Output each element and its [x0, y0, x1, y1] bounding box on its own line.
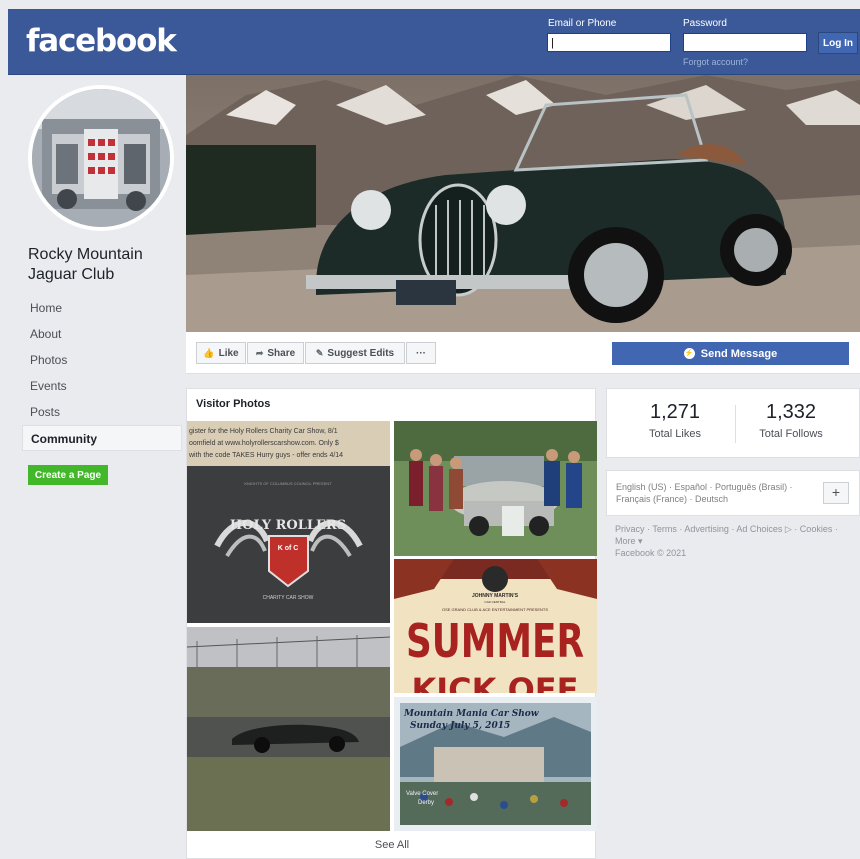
visitor-photo-mountain-mania[interactable]: Mountain Mania Car Show Sunday July 5, 2…	[394, 697, 597, 831]
holy-rollers-badge-kofc: K of C	[278, 545, 299, 552]
thumbs-up-icon: 👍	[203, 347, 215, 358]
profile-picture[interactable]	[28, 85, 174, 231]
more-options-button[interactable]: ···	[406, 342, 436, 364]
total-follows-label: Total Follows	[759, 428, 823, 440]
total-likes-stat: 1,271 Total Likes	[615, 401, 735, 440]
left-sidebar: Rocky Mountain Jaguar Club Home About Ph…	[8, 75, 184, 859]
holy-rollers-poster: gister for the Holy Rollers Charity Car …	[187, 421, 390, 623]
language-links[interactable]: English (US) · Español · Português (Bras…	[616, 482, 793, 504]
send-message-label: Send Message	[700, 347, 778, 360]
holy-rollers-badge-title: HOLY ROLLERS	[230, 518, 346, 533]
visitor-photo-summer-kick-off[interactable]: JOHNNY MARTIN'S CAR CENTRAL OSE GRAND CL…	[394, 559, 597, 693]
holy-rollers-presents: KNIGHTS OF COLUMBUS COUNCIL PRESENT	[244, 481, 332, 486]
share-label: Share	[267, 347, 296, 359]
suggest-edits-button[interactable]: ✎ Suggest Edits	[305, 342, 405, 364]
pencil-icon: ✎	[315, 347, 324, 358]
summer-brand-line-2: CAR CENTRAL	[484, 600, 506, 604]
like-button[interactable]: 👍 Like	[196, 342, 246, 364]
page-navigation: Home About Photos Events Posts Community	[22, 295, 182, 451]
holy-rollers-badge-subtitle: CHARITY CAR SHOW	[263, 595, 314, 601]
page-action-bar: 👍 Like ➦ Share ✎ Suggest Edits ··· ⚡ Sen…	[186, 332, 860, 374]
summer-presents-line: OSE GRAND CLUB & ACE ENTERTAINMENT PRESE…	[442, 607, 548, 612]
mountain-mania-title: Mountain Mania Car Show	[403, 709, 539, 719]
summer-subtitle: KICK OFF	[411, 671, 578, 693]
holy-rollers-ad-line-3: with the code TAKES Hurry guys - offer e…	[188, 452, 343, 459]
password-label: Password	[683, 18, 727, 29]
page-stats-card: 1,271 Total Likes 1,332 Total Follows	[606, 388, 860, 458]
visitor-photo-holy-rollers[interactable]: gister for the Holy Rollers Charity Car …	[187, 421, 390, 623]
forgot-account-link[interactable]: Forgot account?	[683, 57, 748, 67]
total-likes-label: Total Likes	[649, 428, 701, 440]
visitor-photos-title: Visitor Photos	[196, 398, 271, 410]
nav-item-about[interactable]: About	[22, 321, 182, 347]
total-follows-count: 1,332	[765, 401, 817, 423]
facebook-logo[interactable]: facebook	[26, 23, 177, 59]
email-input[interactable]	[547, 33, 671, 52]
jaguar-car-cover-image	[186, 75, 860, 332]
email-label: Email or Phone	[548, 18, 617, 29]
mountain-mania-car-show-photo: Mountain Mania Car Show Sunday July 5, 2…	[394, 697, 597, 831]
visitor-photo-club-members[interactable]	[394, 421, 597, 556]
page-footer: Privacy · Terms · Advertising · Ad Choic…	[615, 523, 855, 559]
suggest-edits-label: Suggest Edits	[327, 347, 395, 359]
login-button[interactable]: Log In	[818, 32, 858, 54]
engine-bay-photo	[32, 89, 170, 227]
visitor-photos-card: Visitor Photos gister for the Holy Rolle…	[186, 388, 597, 859]
e-type-on-track-photo	[187, 627, 390, 831]
create-page-button[interactable]: Create a Page	[28, 465, 108, 485]
club-members-with-jaguar-photo	[394, 421, 597, 556]
nav-item-events[interactable]: Events	[22, 373, 182, 399]
password-input[interactable]	[683, 33, 807, 52]
total-follows-stat: 1,332 Total Follows	[731, 401, 851, 440]
messenger-icon: ⚡	[683, 348, 695, 359]
add-language-button[interactable]: +	[823, 482, 849, 504]
summer-title: SUMMER	[406, 614, 584, 668]
holy-rollers-ad-line-2: oomfield at www.holyrollerscarshow.com. …	[189, 440, 339, 447]
language-selector-card: English (US) · Español · Português (Bras…	[606, 470, 860, 516]
see-all-link[interactable]: See All	[187, 839, 597, 851]
page-name: Rocky Mountain Jaguar Club	[28, 246, 143, 283]
like-label: Like	[218, 347, 239, 359]
mountain-mania-date: Sunday July 5, 2015	[410, 721, 510, 731]
mountain-mania-caption-1: Valve Cover	[406, 791, 438, 797]
cover-photo[interactable]	[186, 75, 860, 332]
summer-kick-off-poster: JOHNNY MARTIN'S CAR CENTRAL OSE GRAND CL…	[394, 559, 597, 693]
nav-item-home[interactable]: Home	[22, 295, 182, 321]
holy-rollers-ad-line-1: gister for the Holy Rollers Charity Car …	[189, 428, 338, 435]
visitor-photo-e-type-track[interactable]	[187, 627, 390, 831]
nav-item-community[interactable]: Community	[22, 425, 182, 451]
footer-links[interactable]: Privacy · Terms · Advertising · Ad Choic…	[615, 523, 855, 547]
summer-brand-line-1: JOHNNY MARTIN'S	[472, 593, 519, 599]
share-arrow-icon: ➦	[255, 347, 264, 358]
nav-item-photos[interactable]: Photos	[22, 347, 182, 373]
total-likes-count: 1,271	[649, 401, 701, 423]
footer-copyright: Facebook © 2021	[615, 548, 687, 558]
share-button[interactable]: ➦ Share	[247, 342, 304, 364]
send-message-button[interactable]: ⚡ Send Message	[612, 342, 849, 365]
nav-item-posts[interactable]: Posts	[22, 399, 182, 425]
top-navigation-bar: facebook Email or Phone Password Log In …	[8, 9, 860, 75]
mountain-mania-caption-2: Derby	[418, 800, 434, 806]
